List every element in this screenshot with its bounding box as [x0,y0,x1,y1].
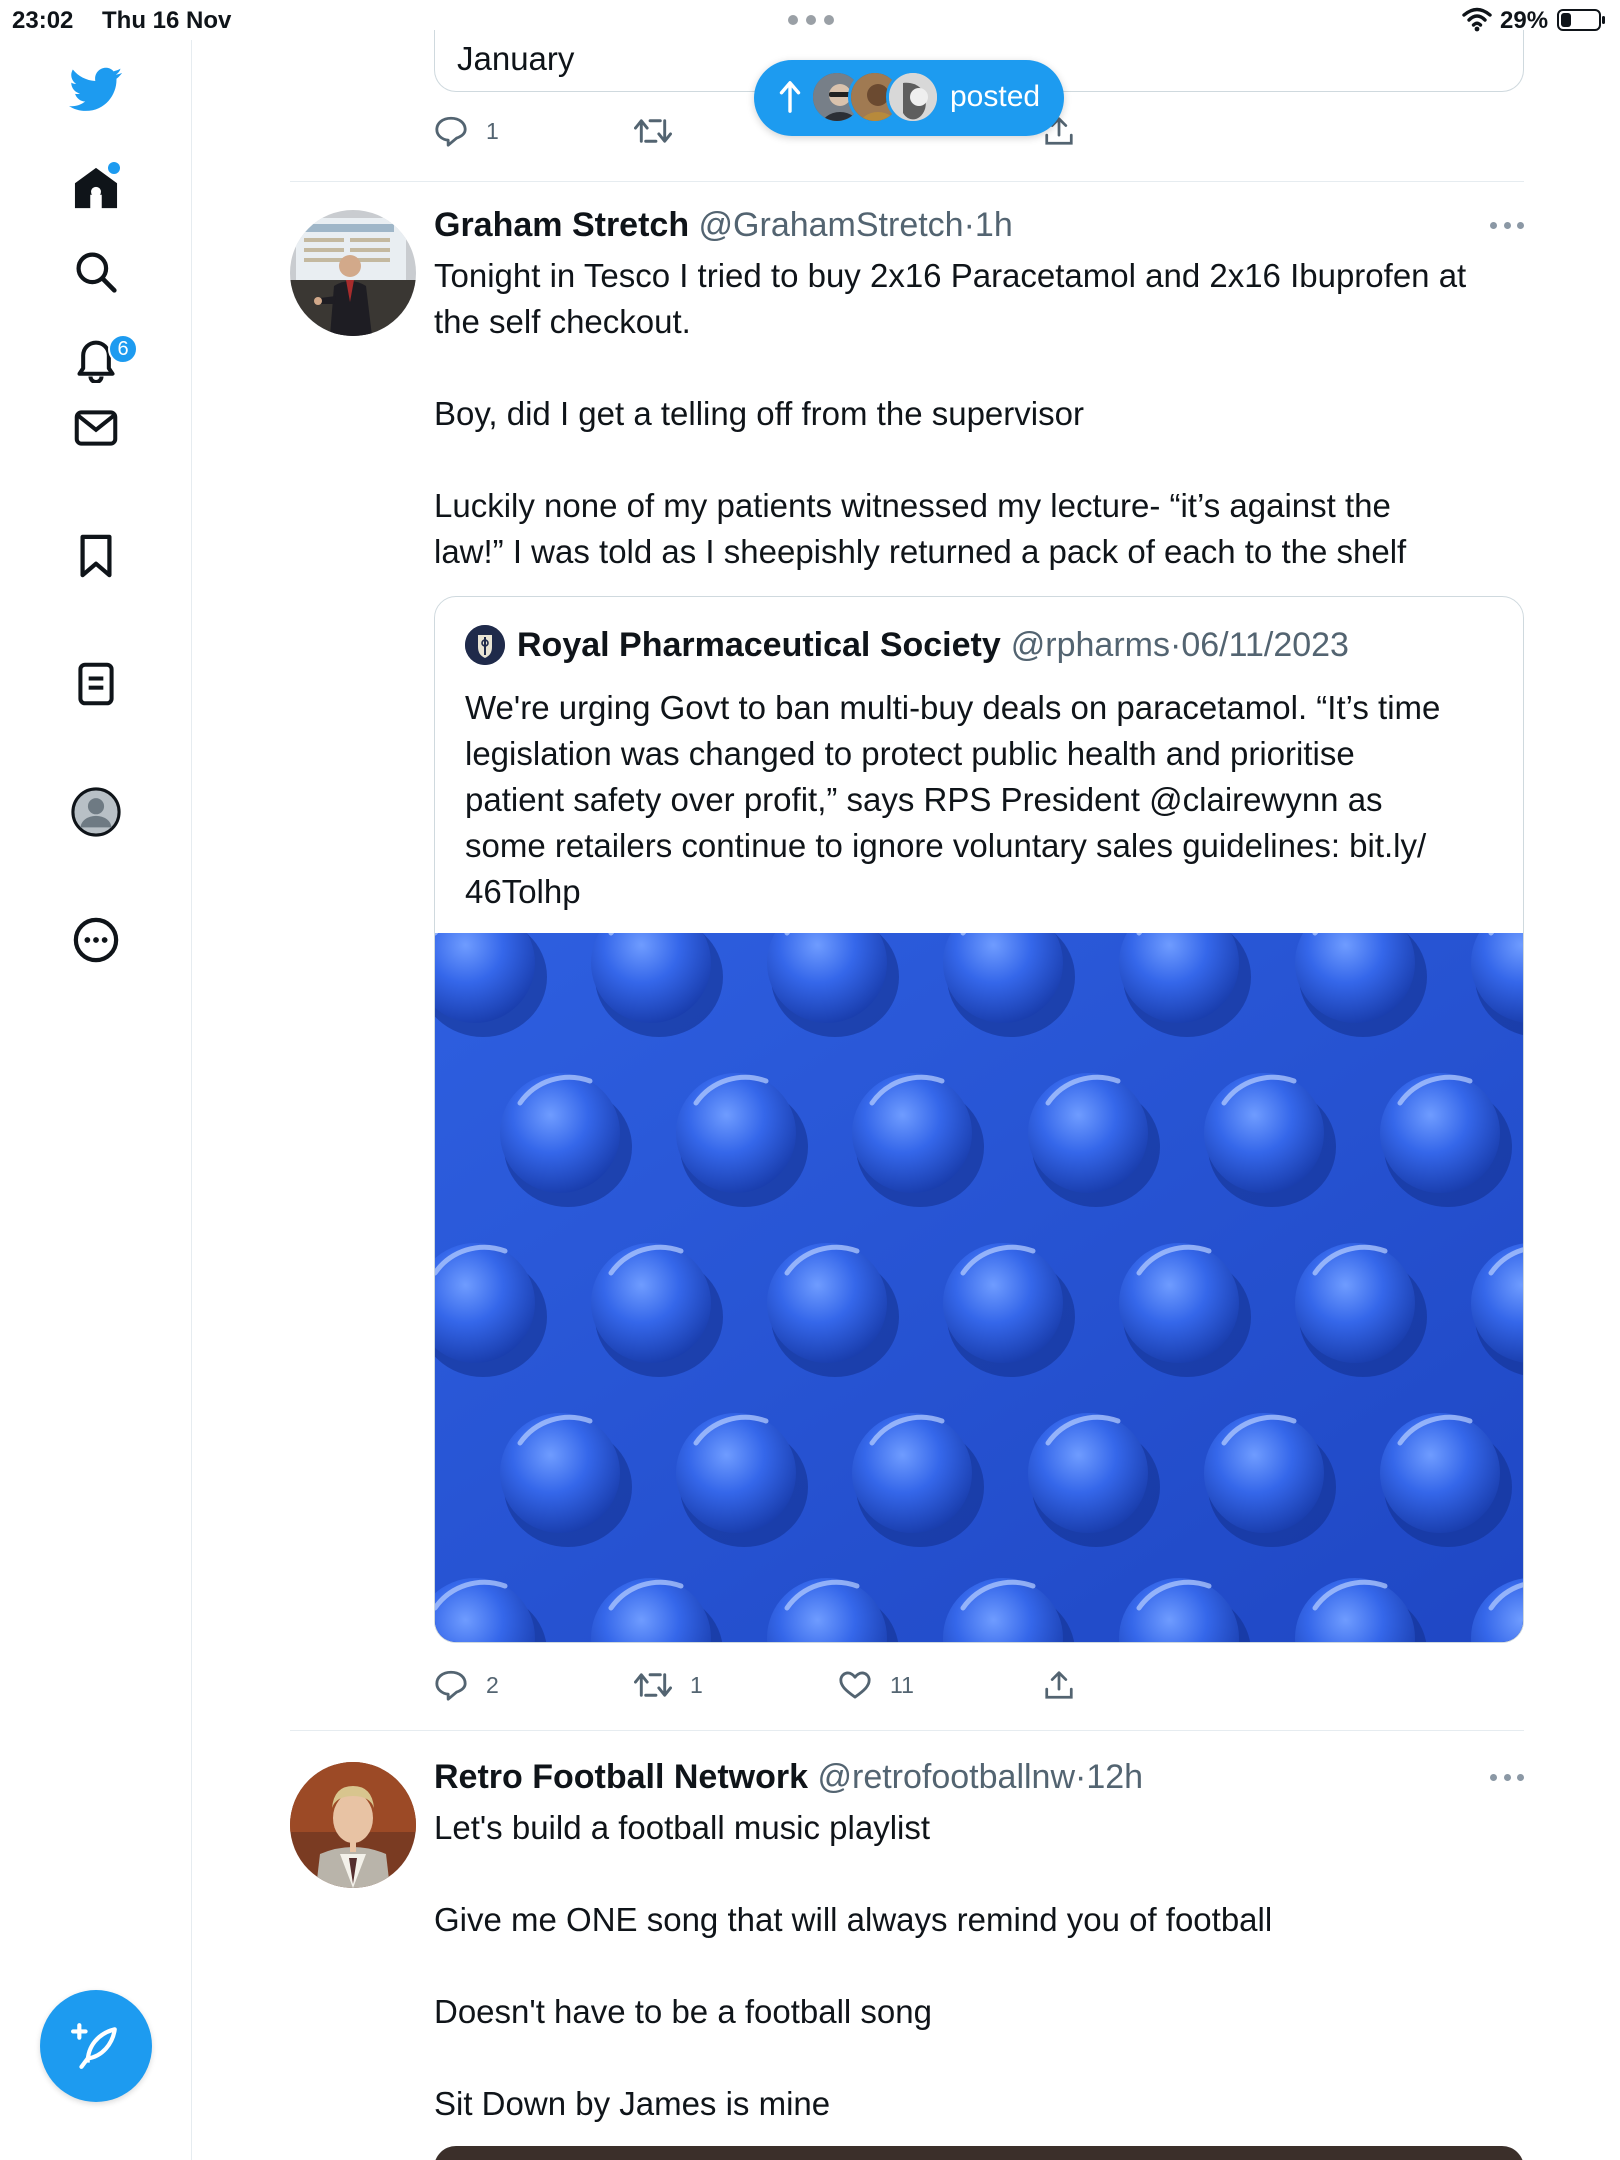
retweet-count: 1 [690,1671,703,1698]
battery-icon [1557,9,1605,31]
quoted-text-line: some retailers continue to ignore volunt… [465,827,1427,864]
retweet-button[interactable]: 1 [634,1660,703,1710]
tweet-text-line [434,345,1524,391]
multitasking-dots-icon[interactable] [788,8,834,32]
tweet-header: Graham Stretch @GrahamStretch·1h [434,206,1013,245]
compose-quill-icon [71,2023,117,2069]
previous-quote-text: January [457,40,575,77]
tweet-text-line [434,2035,1524,2081]
quoted-tweet-text: We're urging Govt to ban multi-buy deals… [465,685,1495,915]
search-icon[interactable] [66,242,126,302]
like-count: 11 [890,1671,914,1698]
quoted-tweet-image[interactable] [435,933,1523,1642]
tweet-media-image[interactable] [434,2146,1524,2160]
retweet-icon [634,119,672,143]
quoted-author-avatar [465,625,505,665]
sidebar: 6 [0,40,192,2160]
retweet-button[interactable] [634,106,690,156]
messages-icon[interactable] [66,398,126,458]
tweet-text: Let's build a football music playlist Gi… [434,1805,1524,2127]
reply-button[interactable]: 2 [434,1660,499,1710]
tweet-text-line: law!” I was told as I sheepishly returne… [434,533,1407,570]
tweet-text-line: Sit Down by James is mine [434,2085,831,2122]
tweet-text-line [434,1851,1524,1897]
tweet-text-line: the self checkout. [434,303,691,340]
tweet-divider [290,1730,1524,1731]
heart-icon [839,1671,871,1699]
quoted-tweet-header: Royal Pharmaceutical Society @rpharms · 06… [465,625,1349,665]
battery-level-fill [1561,13,1571,27]
reply-icon [435,1670,467,1701]
new-posts-label: posted [950,80,1041,113]
reply-count: 2 [486,1671,499,1698]
tweet-author-handle[interactable]: @retrofootballnw [817,1758,1075,1796]
status-date: Thu 16 Nov [102,7,232,34]
new-posts-pill[interactable]: posted [754,60,1064,136]
notifications-icon[interactable]: 6 [66,330,138,390]
quoted-text-line: patient safety over profit,” says RPS Pr… [465,781,1383,818]
arrow-up-icon [779,81,801,113]
quoted-text-line: We're urging Govt to ban multi-buy deals… [465,689,1441,726]
tweet-author-name[interactable]: Retro Football Network [434,1758,808,1796]
status-time: 23:02 [12,7,74,34]
tweet-text-line: Give me ONE song that will always remind… [434,1901,1273,1938]
quoted-tweet[interactable]: Royal Pharmaceutical Society @rpharms · 06… [434,596,1524,1643]
tweet-timestamp[interactable]: 1h [975,206,1013,244]
quoted-tweet-date[interactable]: 06/11/2023 [1181,626,1349,665]
tweet-more-options-icon[interactable] [1490,222,1524,232]
tweet-timestamp[interactable]: 12h [1086,1758,1143,1796]
tweet-more-options-icon[interactable] [1490,1774,1524,1784]
home-unread-dot [108,162,120,174]
retweet-icon [634,1673,672,1697]
tweet-text: Tonight in Tesco I tried to buy 2x16 Par… [434,253,1524,575]
lists-icon[interactable] [66,654,126,714]
tweet-text-line: Tonight in Tesco I tried to buy 2x16 Par… [434,257,1467,294]
posted-avatar-3 [886,70,940,124]
quoted-author-name[interactable]: Royal Pharmaceutical Society [517,626,1001,665]
tweet-text-line: Let's build a football music playlist [434,1809,931,1846]
header-separator: · [1075,1758,1087,1796]
header-separator: · [963,206,975,244]
quoted-text-line: legislation was changed to protect publi… [465,735,1355,772]
tweet-actions: 2 1 11 [434,1660,1074,1710]
tweet-header: Retro Football Network @retrofootballnw·… [434,1758,1143,1797]
tweet-text-line: Boy, did I get a telling off from the su… [434,395,1084,432]
quoted-header-separator: · [1170,625,1182,664]
tweet-divider [290,181,1524,182]
quoted-text-line: 46Tolhp [465,873,581,910]
reply-button[interactable]: 1 [434,106,499,156]
tweet-text-line [434,1943,1524,1989]
reply-count: 1 [486,117,499,144]
bookmarks-icon[interactable] [66,526,126,586]
share-button[interactable] [1044,1660,1092,1710]
tweet-author-name[interactable]: Graham Stretch [434,206,689,244]
more-icon[interactable] [66,910,126,970]
avatar[interactable] [290,1762,416,1888]
share-icon [1045,1671,1073,1699]
home-icon[interactable] [66,158,126,218]
reply-icon [435,116,467,147]
quoted-author-handle[interactable]: @rpharms [1011,626,1170,665]
profile-icon[interactable] [66,782,126,842]
tweet-text-line [434,437,1524,483]
wifi-icon [1462,7,1492,32]
tweet-text-line: Luckily none of my patients witnessed my… [434,487,1391,524]
tweet-author-handle[interactable]: @GrahamStretch [699,206,964,244]
compose-tweet-button[interactable] [40,1990,152,2102]
like-button[interactable]: 11 [838,1660,914,1710]
twitter-bird-icon[interactable] [66,60,126,120]
tweet-text-line: Doesn't have to be a football song [434,1993,932,2030]
notification-count-badge: 6 [108,334,138,364]
avatar[interactable] [290,210,416,336]
